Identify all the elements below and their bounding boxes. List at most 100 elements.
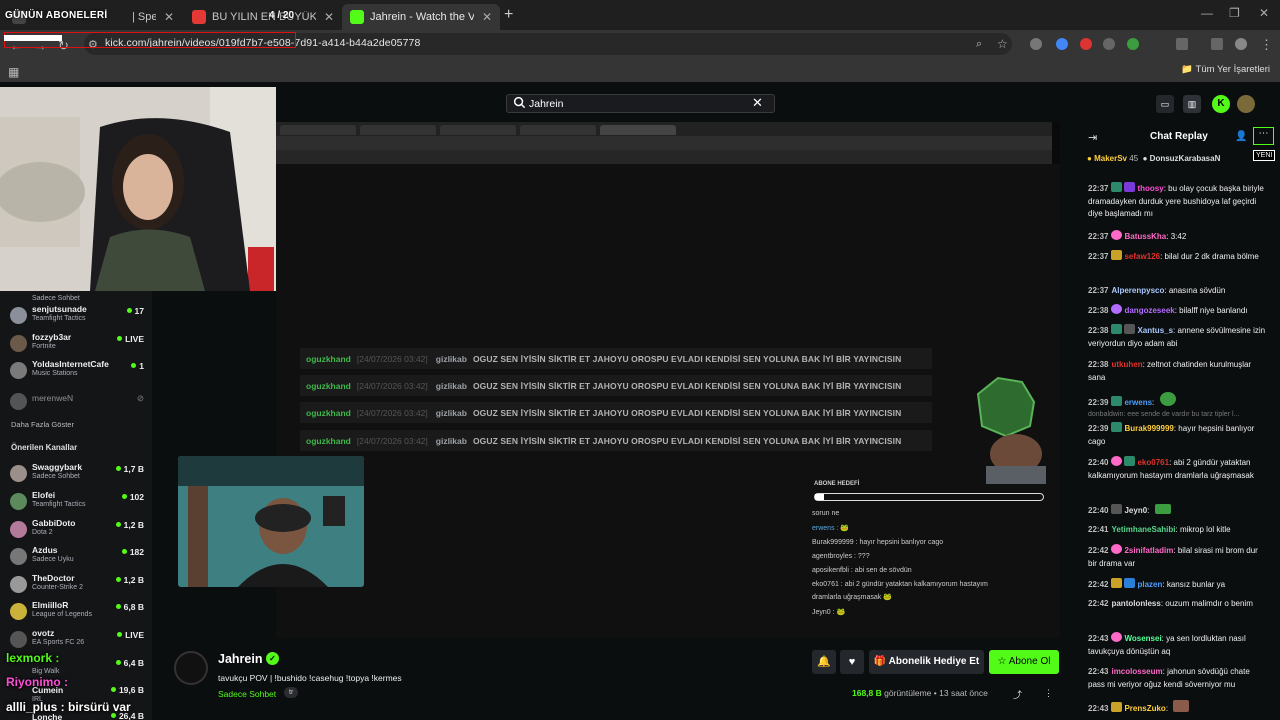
sidebar-channel[interactable]: Elofei Teamfight Tactics 102 — [10, 489, 148, 515]
browser-tab-active[interactable]: Jahrein - Watch the VOD on ✕ — [342, 4, 500, 30]
close-tab-icon[interactable]: ✕ — [324, 10, 334, 24]
offline-icon: ⊘ — [136, 393, 144, 403]
sidebar-channel[interactable]: Swaggybark Sadece Sohbet 1,7 B — [10, 461, 148, 487]
chat-username[interactable]: plazen — [1137, 580, 1162, 589]
extension-icon[interactable] — [1030, 38, 1042, 50]
chat-username[interactable]: eko0761 — [1137, 458, 1169, 467]
chat-time: 22:37 — [1088, 252, 1109, 261]
chat-username[interactable]: imcolosseum — [1111, 667, 1162, 676]
chat-more-button[interactable]: ⋯ — [1253, 127, 1274, 145]
overlay-title: GÜNÜN ABONELERİ — [5, 10, 108, 21]
sidebar-channel[interactable]: Azdus Sadece Uyku 182 — [10, 544, 148, 570]
search-icon — [513, 96, 526, 109]
close-tab-icon[interactable]: ✕ — [482, 10, 492, 24]
close-tab-icon[interactable]: ✕ — [164, 10, 174, 24]
language-tag[interactable]: tr — [284, 687, 299, 698]
extensions-puzzle-icon[interactable] — [1176, 38, 1188, 50]
user-avatar[interactable] — [1237, 95, 1255, 113]
channel-avatar[interactable] — [174, 651, 208, 685]
badge-icon — [1111, 456, 1123, 466]
show-more-link[interactable]: Daha Fazla Göster — [11, 420, 74, 429]
extension-icon[interactable] — [1080, 38, 1092, 50]
browser-tab[interactable]: BU YILIN EN BÜYÜK DRAMASI ✕ — [184, 4, 342, 30]
sidebar-channel-offline[interactable]: merenweN ⊘ — [10, 389, 148, 415]
collapse-chat-icon[interactable]: ⇥ — [1088, 131, 1097, 144]
chat-username[interactable]: pantolonless — [1111, 599, 1160, 608]
new-tab-icon[interactable]: + — [504, 6, 513, 24]
minimize-icon[interactable]: — — [1201, 6, 1213, 20]
log-time: [24/07/2026 03:42] — [356, 435, 428, 446]
chat-username[interactable]: YetimhaneSahibi — [1111, 525, 1175, 534]
sidebar-channel-category: Teamfight Tactics — [32, 501, 86, 508]
chat-username[interactable]: thoosy — [1137, 184, 1163, 193]
sidebar-channel[interactable]: senjutsunade Teamfight Tactics 17 — [10, 303, 148, 329]
browser-menu-icon[interactable]: ⋮ — [1260, 37, 1273, 53]
extension-icon[interactable] — [1127, 38, 1139, 50]
sidebar-channel-name: Elofei — [32, 490, 56, 500]
close-window-icon[interactable]: ✕ — [1259, 6, 1269, 20]
chat-username[interactable]: BatussKha — [1124, 232, 1166, 241]
vod-browser-frame — [276, 122, 1052, 164]
chat-username[interactable]: erwens — [1124, 398, 1152, 407]
maximize-icon[interactable]: ❐ — [1229, 6, 1240, 20]
chat-text: bilalff niye banlandı — [1179, 306, 1248, 315]
sidebar-channel[interactable]: fozzyb3ar Fortnite LIVE — [10, 331, 148, 357]
subscribe-button[interactable]: ☆ Abone Ol — [989, 650, 1059, 674]
sidebar-channel[interactable]: GabbiDoto Dota 2 1,2 B — [10, 517, 148, 543]
avatar — [10, 576, 27, 593]
share-icon[interactable]: ⤴ — [1013, 688, 1022, 701]
media-icon[interactable] — [1211, 38, 1223, 50]
gift-sub-button[interactable]: 🎁 Abonelik Hediye Et — [869, 650, 984, 674]
extension-icon[interactable] — [1056, 38, 1068, 50]
channel-name[interactable]: Jahrein — [218, 652, 262, 666]
sub-goal-bar — [814, 493, 1044, 501]
overlay-white-bar — [4, 35, 62, 41]
chat-username[interactable]: Burak999999 — [1124, 424, 1173, 433]
chat-username[interactable]: Alperenpysco — [1111, 286, 1164, 295]
chat-users-icon[interactable]: 👤 — [1235, 131, 1247, 142]
chat-username[interactable]: Jeyn0 — [1124, 506, 1147, 515]
clear-search-icon[interactable]: ✕ — [752, 95, 763, 111]
sidebar-channel[interactable]: TheDoctor Counter-Strike 2 1,2 B — [10, 572, 148, 598]
log-text: OGUZ SEN İYİSİN SİKTİR ET JAHOYU OROSPU … — [472, 380, 902, 391]
stream-category[interactable]: Sadece Sohbet — [218, 689, 276, 699]
notification-bell-icon[interactable]: 🔔 — [812, 650, 836, 674]
sidebar-channel[interactable]: ovotz EA Sports FC 26 LIVE — [10, 627, 148, 653]
sidebar-channel[interactable]: ElmiilloR League of Legends 6,8 B — [10, 599, 148, 625]
more-options-icon[interactable]: ⋮ — [1044, 688, 1053, 699]
follow-heart-icon[interactable]: ♥ — [840, 650, 864, 674]
zoom-icon[interactable]: ⌕ — [976, 38, 982, 51]
chat-username[interactable]: dangozeseek — [1124, 306, 1174, 315]
chat-username[interactable]: utkuhen — [1111, 360, 1142, 369]
video-inner-chat-line: erwens : 🐸 — [812, 525, 850, 532]
sidebar-channel-name: Swaggybark — [32, 462, 83, 472]
chat-username[interactable]: Wosensei — [1124, 634, 1161, 643]
chat-username[interactable]: Xantus_s — [1137, 326, 1173, 335]
video-chat-log-row: oguzkhand [24/07/2026 03:42] gizlikab OG… — [300, 402, 932, 423]
chat-username[interactable]: 2sinifatladim — [1124, 546, 1173, 555]
all-bookmarks[interactable]: 📁 Tüm Yer İşaretleri — [1181, 64, 1270, 75]
log-text: OGUZ SEN İYİSİN SİKTİR ET JAHOYU OROSPU … — [472, 353, 902, 364]
extension-icon[interactable] — [1103, 38, 1115, 50]
chat-username[interactable]: sefaw126 — [1124, 252, 1160, 261]
apps-grid-icon[interactable]: ▦ — [8, 65, 19, 79]
clips-icon[interactable]: ▭ — [1156, 95, 1174, 113]
sidebar-channel-name: TheDoctor — [32, 573, 75, 583]
live-dot-icon — [115, 522, 121, 527]
chat-username[interactable]: PrensZuko — [1124, 704, 1165, 713]
bookmark-star-icon[interactable]: ☆ — [997, 37, 1008, 51]
browse-icon[interactable]: ▥ — [1183, 95, 1201, 113]
log-user: oguzkhand — [306, 380, 351, 391]
chat-message: 22:39 Burak999999: hayır hepsini banlıyor… — [1088, 422, 1255, 446]
profile-icon[interactable] — [1235, 38, 1247, 50]
kick-logo-icon[interactable]: K — [1212, 95, 1230, 113]
live-dot-icon — [115, 466, 121, 471]
chat-time: 22:40 — [1088, 458, 1109, 467]
vod-bookmarks-bar — [276, 150, 1052, 164]
sidebar-channel[interactable]: YoldasInternetCafe Music Stations 1 — [10, 358, 148, 384]
video-player[interactable]: oguzkhand [24/07/2026 03:42] gizlikab OG… — [276, 122, 1060, 638]
screen: | Special Dance ✕ BU YILIN EN BÜYÜK DRAM… — [0, 0, 1280, 720]
sub-goal-label: ABONE HEDEFİ — [814, 481, 860, 487]
badge-icon — [1124, 578, 1136, 588]
sub-badge-icon — [1111, 182, 1123, 192]
